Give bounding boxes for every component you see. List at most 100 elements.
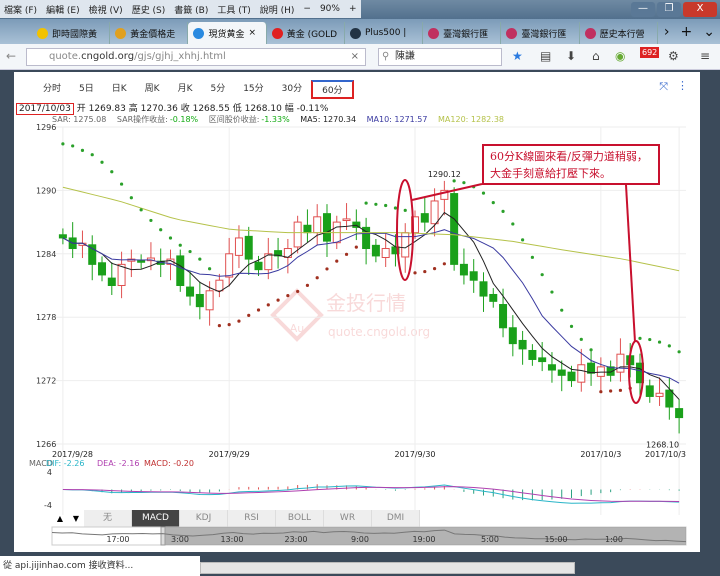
indicator-values: SAR: 1275.08 SAR操作收益: -0.18% 区间股价收益: -1.33… [52, 114, 512, 125]
url-host: quote. [49, 51, 82, 62]
indicator-tab[interactable]: KDJ [180, 510, 228, 527]
change-label: 幅 [284, 104, 294, 114]
period-tab[interactable]: 分时 [34, 80, 70, 99]
scroll-down-button[interactable]: ▼ [68, 510, 84, 527]
low-value: 1268.10 [244, 104, 282, 114]
bookmark-star-icon[interactable]: ★ [512, 49, 523, 63]
zoom-out-button[interactable]: − [303, 4, 311, 14]
search-input[interactable]: ⚲ 陳謙 [378, 48, 502, 66]
fullscreen-icon[interactable]: ⤧ [659, 80, 668, 94]
period-tab[interactable]: 5日 [70, 80, 103, 99]
search-value: 陳謙 [395, 51, 415, 62]
url-domain: cngold.org [81, 51, 135, 62]
zoom-in-button[interactable]: + [349, 4, 357, 14]
tab-title: 臺灣銀行匯 [521, 29, 567, 40]
close-label: 收 [180, 104, 190, 114]
period-tab[interactable]: 60分 [311, 80, 354, 99]
browser-tab[interactable]: 黃金價格走 [110, 22, 189, 44]
scroll-up-button[interactable]: ▲ [52, 510, 68, 527]
period-tab[interactable]: 日K [103, 80, 136, 99]
close-window-button[interactable]: X [683, 2, 717, 17]
close-value: 1268.55 [192, 104, 230, 114]
tab-title: 黃金 (GOLD [286, 29, 338, 40]
ma5-value: MA5: 1270.34 [300, 115, 357, 124]
tab-favicon-icon [271, 27, 283, 39]
zoom-level: 90% [319, 4, 340, 14]
period-tab[interactable]: 30分 [273, 80, 311, 99]
tab-more-button[interactable]: › [664, 24, 670, 40]
minimize-button[interactable]: — [631, 2, 655, 17]
clear-url-button[interactable]: × [351, 49, 359, 65]
menu-item[interactable]: 檔案 (F) [4, 3, 37, 16]
menu-bar: 檔案 (F) 編輯 (E) 檢視 (V) 歷史 (S) 書籤 (B) 工具 (T) 說明 (… [0, 0, 720, 19]
more-icon[interactable]: ⋮ [677, 79, 688, 92]
menu-item[interactable]: 書籤 (B) [174, 3, 208, 16]
tab-title: 黃金價格走 [130, 29, 176, 40]
menu-item[interactable]: 編輯 (E) [46, 3, 80, 16]
ma120-value: MA120: 1282.38 [438, 115, 504, 124]
menu: 檔案 (F) 編輯 (E) 檢視 (V) 歷史 (S) 書籤 (B) 工具 (T) 說明 (… [0, 0, 361, 18]
indicator-tab[interactable]: WR [324, 510, 372, 527]
tab-title: 臺灣銀行匯 [443, 29, 489, 40]
menu-item[interactable]: 說明 (H) [260, 3, 295, 16]
menu-item[interactable]: 檢視 (V) [89, 3, 123, 16]
browser-tab[interactable]: 現货黄金 × [188, 22, 267, 44]
range-return-label: 区间股价收益: [208, 115, 260, 124]
back-icon[interactable]: ← [6, 49, 16, 63]
extension-icon[interactable]: ◉ [615, 49, 625, 63]
period-tab[interactable]: 5分 [201, 80, 234, 99]
notification-badge[interactable]: 692 [640, 47, 660, 58]
browser-tab[interactable]: 臺灣銀行匯 [423, 22, 502, 44]
period-tab[interactable]: 月K [169, 80, 202, 99]
tab-favicon-icon [115, 27, 127, 39]
high-value: 1270.36 [140, 104, 178, 114]
download-icon[interactable]: ⬇ [566, 49, 576, 63]
tab-favicon-icon [506, 27, 518, 39]
status-bar: 從 api.jijinhao.com 接收資料... [0, 556, 200, 576]
browser-tab[interactable]: 歷史本行營 [580, 22, 658, 44]
tab-title: 即時國際黃 [52, 29, 98, 40]
tab-favicon-icon [193, 27, 205, 39]
range-return-value: -1.33% [261, 115, 290, 124]
browser-tab[interactable]: Plus500 | [345, 22, 424, 44]
indicator-tab[interactable]: RSI [228, 510, 276, 527]
indicator-tab[interactable]: 无 [84, 510, 132, 527]
indicator-tab[interactable]: DMI [372, 510, 420, 527]
period-tab[interactable]: 周K [136, 80, 169, 99]
ohlc-info: 2017/10/03 开 1269.83 高 1270.36 收 1268.55… [16, 101, 329, 115]
search-icon: ⚲ [382, 51, 390, 62]
browser-tab[interactable]: 黃金 (GOLD [267, 22, 345, 44]
tab-close-button[interactable]: × [248, 28, 256, 38]
tab-favicon-icon [37, 27, 48, 39]
home-icon[interactable]: ⌂ [592, 49, 600, 63]
tab-title: Plus500 | [364, 28, 407, 38]
url-bar[interactable]: quote.cngold.org/gjs/gjhj_xhhj.html × [26, 48, 366, 66]
sar-return-label: SAR操作收益: [116, 115, 168, 124]
hamburger-menu-icon[interactable]: ≡ [700, 49, 710, 63]
menu-item[interactable]: 工具 (T) [217, 3, 250, 16]
annotation-box: 60分K線圖來看/反彈力道稍弱，大金手刻意給打壓下來。 [482, 144, 660, 185]
menu-item[interactable]: 歷史 (S) [132, 3, 166, 16]
browser-tab[interactable]: 即時國際黃 [32, 22, 111, 44]
tab-new-button[interactable]: + [680, 24, 692, 40]
tab-list-button[interactable]: ⌄ [703, 24, 715, 40]
browser-tab[interactable]: 臺灣銀行匯 [501, 22, 580, 44]
ma10-value: MA10: 1271.57 [366, 115, 428, 124]
open-value: 1269.83 [88, 104, 126, 114]
period-tab[interactable]: 15分 [234, 80, 272, 99]
change-value: -0.11% [296, 104, 329, 114]
url-path: /gjs/gjhj_xhhj.html [134, 51, 226, 62]
horizontal-scrollbar[interactable] [200, 562, 575, 574]
tab-favicon-icon [584, 27, 596, 39]
indicator-tab[interactable]: MACD [132, 510, 180, 527]
reading-list-icon[interactable]: ▤ [540, 49, 551, 63]
open-label: 开 [76, 104, 86, 114]
indicator-tab[interactable]: BOLL [276, 510, 324, 527]
addon-icon[interactable]: ⚙ [668, 49, 679, 63]
tab-title: 現货黄金 [208, 29, 245, 40]
period-tabs: 分时 5日 日K 周K 月K 5分 15分 30分 60分 [34, 80, 354, 99]
restore-button[interactable]: ❐ [657, 2, 681, 17]
high-label: 高 [128, 104, 138, 114]
sar-value: SAR: 1275.08 [52, 115, 107, 124]
indicator-tabs: ▲ ▼ 无 MACD KDJ RSI BOLL WR DMI [52, 510, 420, 527]
